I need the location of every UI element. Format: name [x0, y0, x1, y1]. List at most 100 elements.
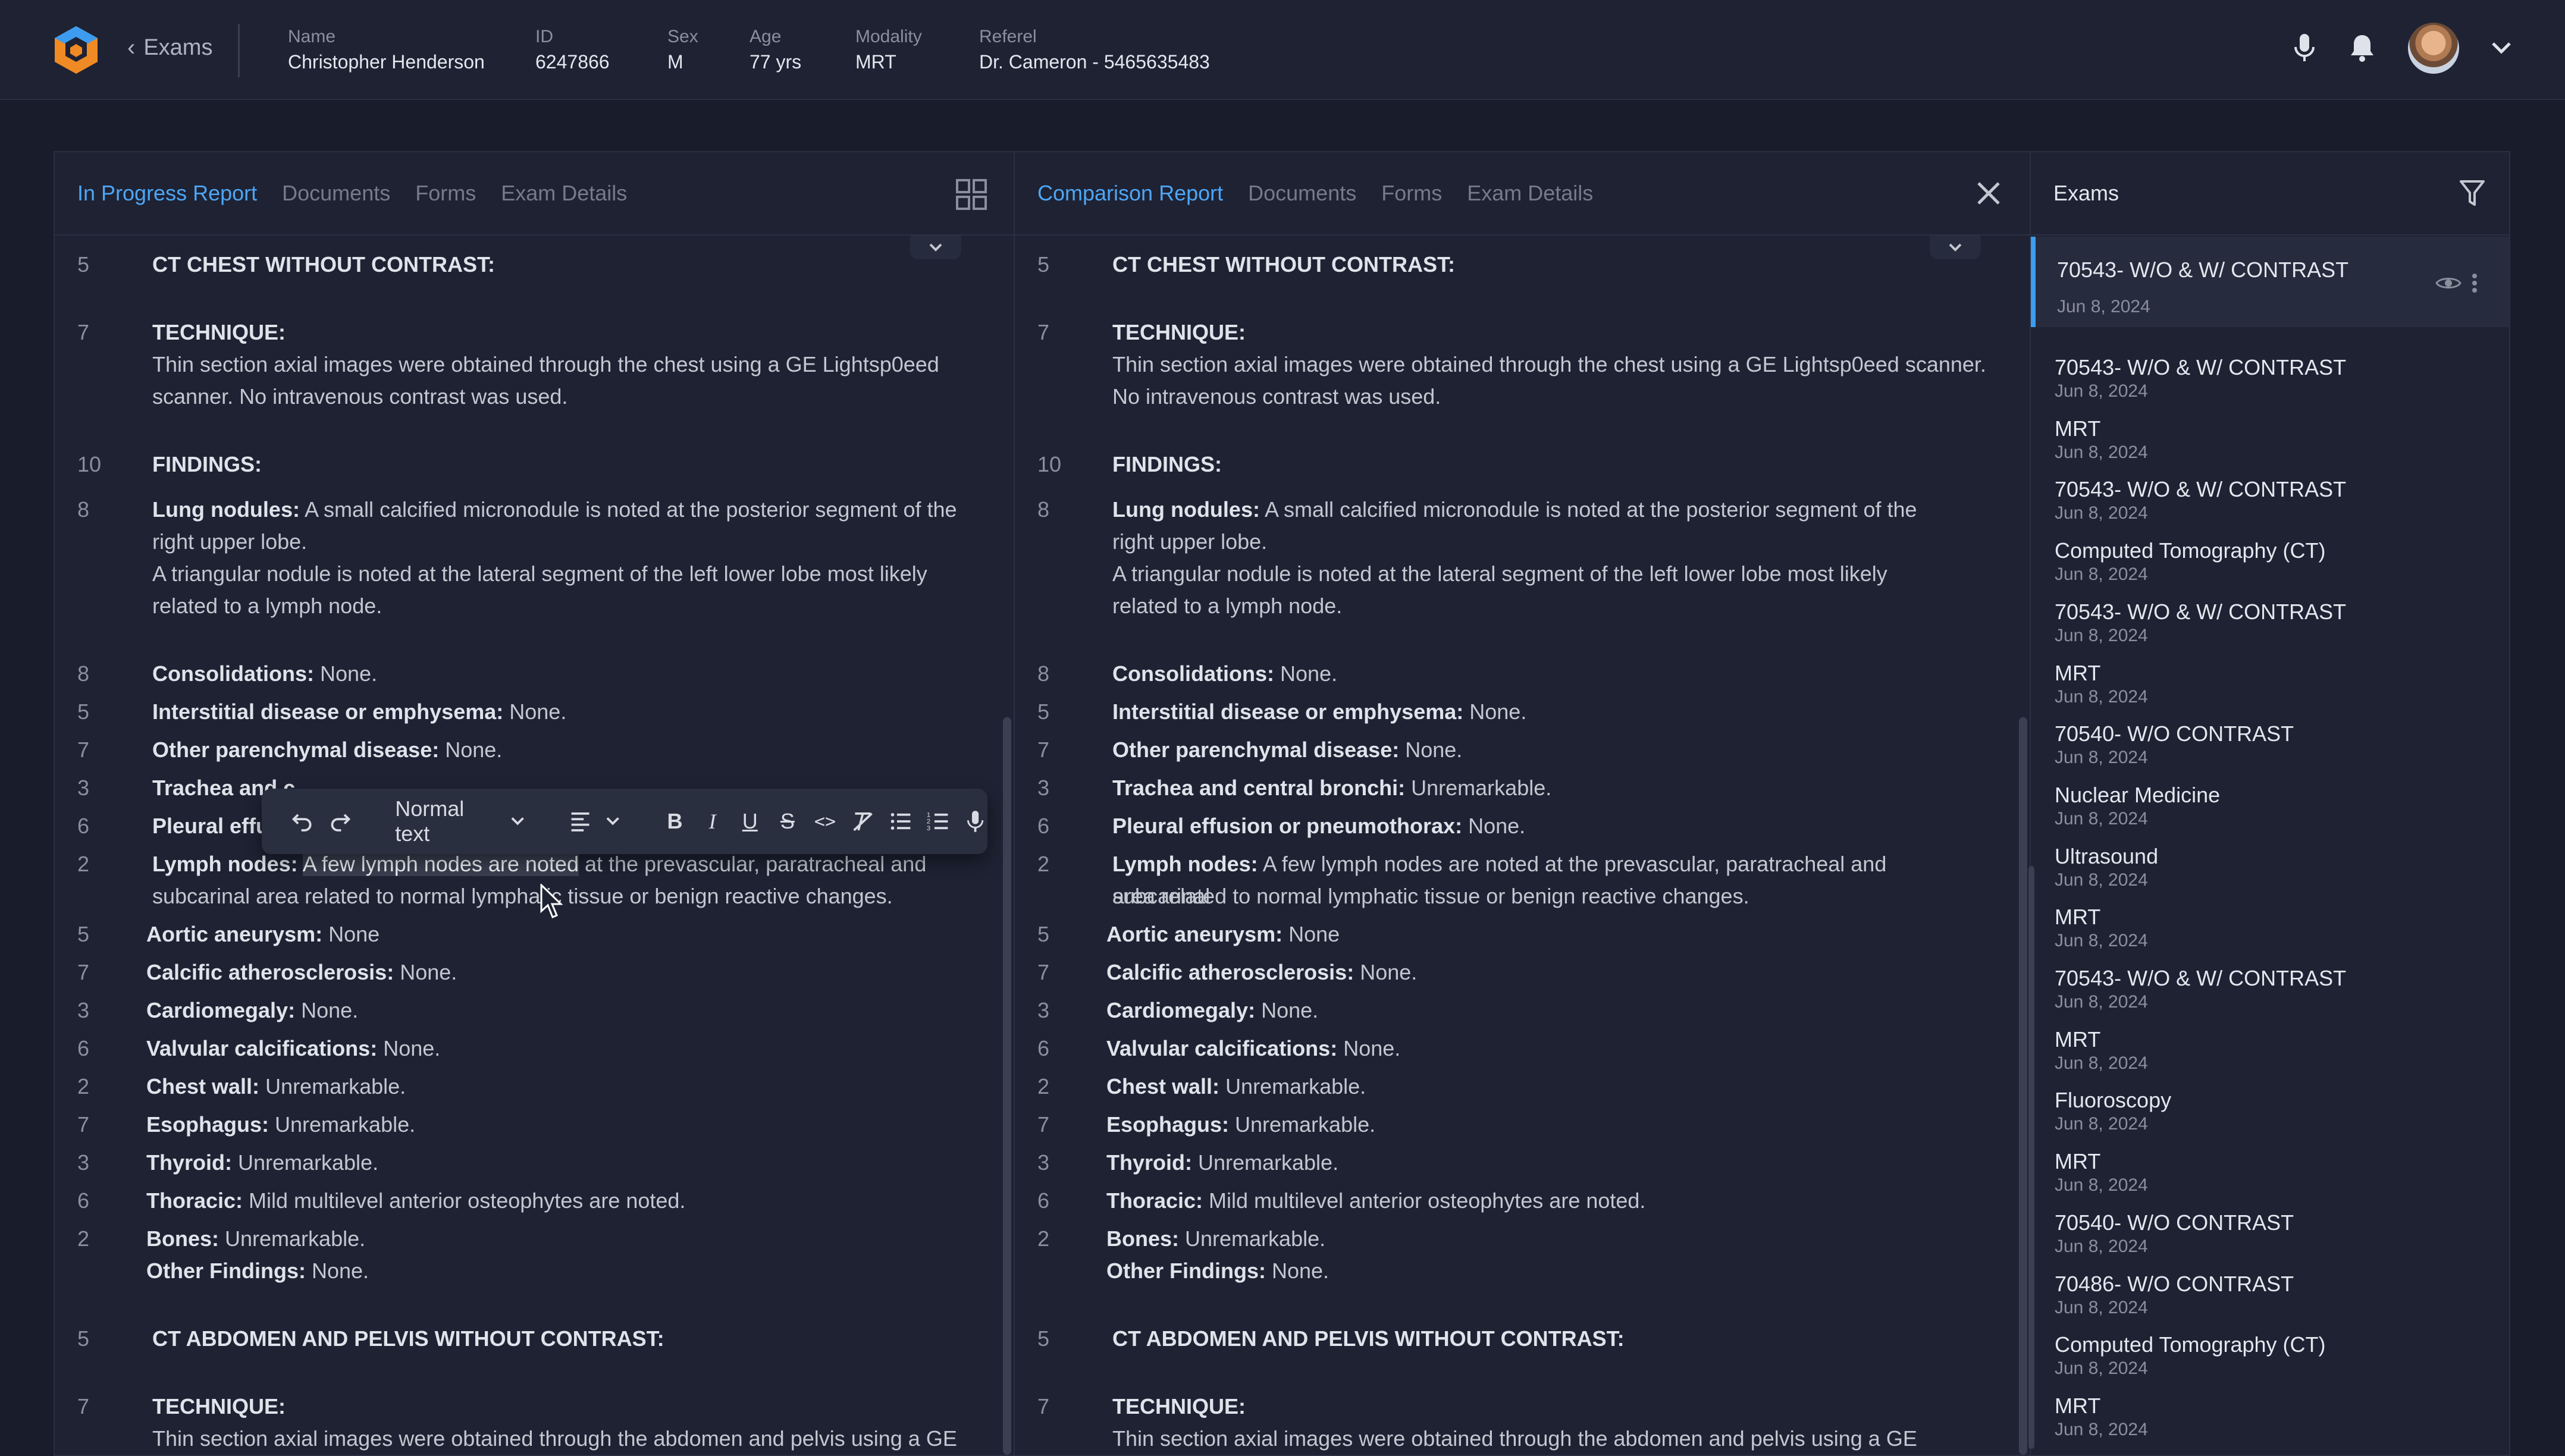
collapse-toggle[interactable]	[910, 236, 961, 259]
line-text: Other Findings: None.	[1106, 1255, 1988, 1287]
body-text: None.	[314, 661, 378, 686]
line-text: related to a lymph node.	[152, 590, 972, 622]
line-text: Interstitial disease or emphysema: None.	[152, 696, 972, 728]
line-text: Thin section axial images were obtained …	[1112, 1423, 1988, 1455]
selected-text[interactable]: A few lymph nodes are noted	[302, 852, 579, 876]
user-avatar[interactable]	[2408, 23, 2459, 74]
align-left-icon[interactable]	[568, 808, 592, 834]
exam-list-item[interactable]: MRT Jun 8, 2024	[2055, 1027, 2497, 1074]
divider	[238, 24, 240, 77]
exam-list-item[interactable]: 70543- W/O & W/ CONTRAST Jun 8, 2024	[2057, 257, 2497, 318]
bell-icon[interactable]	[2348, 33, 2376, 64]
microphone-icon[interactable]	[963, 808, 987, 834]
tab-exam-details[interactable]: Exam Details	[501, 181, 627, 206]
clear-format-icon[interactable]	[851, 808, 875, 834]
chevron-down-icon[interactable]	[606, 816, 620, 827]
body-text: related to a lymph node.	[152, 594, 382, 618]
exam-date: Jun 8, 2024	[2055, 381, 2148, 401]
exam-list-item[interactable]: MRT Jun 8, 2024	[2055, 660, 2497, 708]
exam-name: MRT	[2055, 905, 2101, 930]
body-text: None	[1282, 922, 1340, 946]
exam-list-item[interactable]: Nuclear Medicine Jun 8, 2024	[2055, 782, 2497, 830]
exam-name: MRT	[2055, 1393, 2101, 1418]
grid-view-icon[interactable]	[955, 178, 987, 211]
line-number: 2	[77, 1226, 90, 1251]
field-heading: FINDINGS:	[152, 452, 262, 476]
line-text: right upper lobe.	[1112, 526, 1988, 558]
exam-list-item[interactable]: 70543- W/O & W/ CONTRAST Jun 8, 2024	[2055, 476, 2497, 524]
scrollbar[interactable]	[2028, 866, 2034, 1449]
strikethrough-icon[interactable]: S	[775, 808, 799, 834]
exam-name: 70540- W/O CONTRAST	[2055, 721, 2294, 746]
body-text: None.	[305, 1259, 369, 1283]
field-heading: Esophagus:	[1106, 1112, 1230, 1137]
line-number: 2	[1037, 852, 1050, 876]
patient-id-field: ID 6247866	[535, 26, 610, 76]
line-number: 5	[77, 252, 90, 277]
microphone-icon[interactable]	[2293, 33, 2316, 64]
exams-panel: Exams 70543- W/O & W/ CONTRAST Jun 8, 202…	[2028, 151, 2510, 1456]
redo-icon[interactable]	[328, 808, 352, 834]
tab-forms[interactable]: Forms	[415, 181, 476, 206]
exam-list-item[interactable]: MRT Jun 8, 2024	[2055, 904, 2497, 952]
undo-icon[interactable]	[290, 808, 315, 834]
collapse-toggle[interactable]	[1930, 236, 1981, 259]
exam-list-item[interactable]: 70540- W/O CONTRAST Jun 8, 2024	[2055, 721, 2497, 768]
numbered-list-icon[interactable]: 123	[926, 808, 950, 834]
exam-list-item[interactable]: Computed Tomography (CT) Jun 8, 2024	[2055, 538, 2497, 585]
line-number: 10	[77, 452, 102, 476]
exam-name: Computed Tomography (CT)	[2055, 538, 2326, 563]
exam-list-item[interactable]: MRT Jun 8, 2024	[2055, 1393, 2497, 1441]
exam-list-item[interactable]: Ultrasound Jun 8, 2024	[2055, 843, 2497, 891]
chevron-down-icon[interactable]	[510, 816, 525, 827]
exam-name: 70543- W/O & W/ CONTRAST	[2055, 599, 2347, 624]
line-text: Cardiomegaly: None.	[1106, 994, 1988, 1027]
field-heading: Other parenchymal disease:	[1112, 738, 1400, 762]
italic-icon[interactable]: I	[700, 808, 725, 834]
line-text: Thin section axial images were obtained …	[1112, 349, 1988, 381]
field-heading: TECHNIQUE:	[152, 1394, 286, 1419]
line-number: 5	[1037, 252, 1050, 277]
line-text: CT CHEST WITHOUT CONTRAST:	[1112, 249, 1988, 281]
filter-icon[interactable]	[2459, 180, 2485, 207]
exam-name: 70543- W/O & W/ CONTRAST	[2055, 966, 2347, 990]
tab-exam-details[interactable]: Exam Details	[1467, 181, 1593, 206]
exam-list-item[interactable]: 70543- W/O & W/ CONTRAST Jun 8, 2024	[2055, 354, 2497, 402]
exam-list-item[interactable]: 70540- W/O CONTRAST Jun 8, 2024	[2055, 1210, 2497, 1257]
exam-list-item[interactable]: MRT Jun 8, 2024	[2055, 416, 2497, 463]
chevron-down-icon[interactable]	[2491, 42, 2511, 55]
scrollbar[interactable]	[2019, 717, 2027, 1455]
exam-list-item[interactable]: 70543- W/O & W/ CONTRAST Jun 8, 2024	[2055, 599, 2497, 647]
close-icon[interactable]	[1974, 178, 2003, 208]
tab-forms[interactable]: Forms	[1381, 181, 1442, 206]
body-text: scanner. No intravenous contrast was use…	[152, 384, 568, 409]
text-style-select[interactable]: Normal text	[395, 796, 497, 846]
field-label: Referel	[979, 27, 1037, 46]
body-text: None.	[439, 738, 503, 762]
chevron-down-icon	[1949, 243, 1962, 252]
exam-list-item[interactable]: Fluoroscopy Jun 8, 2024	[2055, 1087, 2497, 1135]
field-value: 77 yrs	[750, 51, 802, 73]
exam-list-item[interactable]: Computed Tomography (CT) Jun 8, 2024	[2055, 1332, 2497, 1379]
exam-date: Jun 8, 2024	[2055, 1297, 2148, 1317]
underline-icon[interactable]: U	[738, 808, 762, 834]
exam-list-item[interactable]: 70486- W/O CONTRAST Jun 8, 2024	[2055, 1271, 2497, 1319]
scrollbar[interactable]	[1003, 717, 1011, 1455]
tab-documents[interactable]: Documents	[282, 181, 390, 206]
format-toolbar: Normal text B I U S <> 123	[262, 789, 987, 854]
back-to-exams-link[interactable]: ‹ Exams	[127, 34, 212, 61]
bold-icon[interactable]: B	[663, 808, 687, 834]
line-text: Calcific atherosclerosis: None.	[1106, 956, 1988, 989]
exam-list-item[interactable]: 70543- W/O & W/ CONTRAST Jun 8, 2024	[2055, 965, 2497, 1013]
field-heading: CT ABDOMEN AND PELVIS WITHOUT CONTRAST:	[1112, 1326, 1625, 1351]
code-icon[interactable]: <>	[813, 808, 837, 834]
body-text: right upper lobe.	[152, 529, 308, 554]
report-tabs: In Progress Report Documents Forms Exam …	[55, 152, 1014, 236]
tab-comparison-report[interactable]: Comparison Report	[1037, 181, 1223, 206]
tab-documents[interactable]: Documents	[1248, 181, 1356, 206]
exam-list-item[interactable]: MRT Jun 8, 2024	[2055, 1149, 2497, 1196]
tab-in-progress-report[interactable]: In Progress Report	[77, 181, 257, 206]
bullet-list-icon[interactable]	[888, 808, 913, 834]
line-number: 3	[77, 1150, 90, 1175]
exam-date: Jun 8, 2024	[2055, 625, 2148, 645]
